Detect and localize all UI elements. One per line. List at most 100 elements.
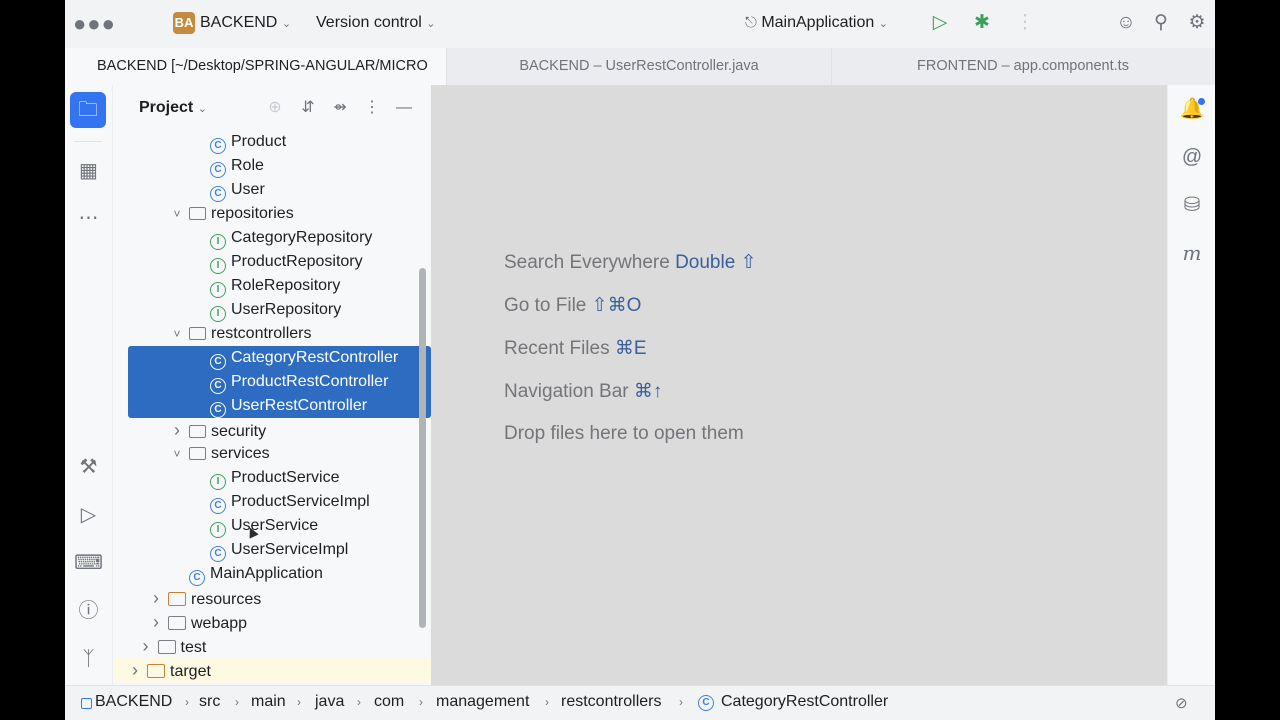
tree-item[interactable]: › test: [137, 634, 207, 658]
package-icon: [189, 447, 206, 460]
chevron-right-icon: ›: [419, 695, 423, 709]
panel-title-label: Project: [139, 99, 194, 116]
class-icon: C: [210, 402, 226, 418]
tree-item[interactable]: I ProductRepository: [189, 250, 363, 274]
tree-item[interactable]: I CategoryRepository: [189, 226, 372, 250]
tree-item[interactable]: C Role: [189, 154, 264, 178]
class-icon: C: [210, 378, 226, 394]
locate-icon[interactable]: ⊕: [264, 97, 286, 119]
project-folder-icon[interactable]: 🗀: [70, 92, 106, 128]
chevron-right-icon[interactable]: ›: [137, 634, 155, 658]
class-icon: C: [698, 695, 714, 711]
breadcrumb-item[interactable]: BACKEND: [95, 693, 172, 711]
tree-item[interactable]: C User: [189, 178, 265, 202]
breadcrumb-item[interactable]: main: [251, 693, 286, 711]
settings-gear-icon[interactable]: ⚙: [1184, 10, 1210, 36]
maven-icon[interactable]: m: [1178, 239, 1206, 267]
database-icon[interactable]: ⛁: [1178, 191, 1206, 219]
tree-item[interactable]: C ProductRestController: [189, 370, 388, 394]
breadcrumb-item[interactable]: CategoryRestController: [721, 693, 888, 711]
vcs-menu[interactable]: Version control ⌄: [316, 12, 436, 35]
tab-frontend-appcomponent[interactable]: FRONTEND – app.component.ts: [831, 48, 1215, 85]
tree-item[interactable]: I RoleRepository: [189, 274, 340, 298]
chevron-down-icon[interactable]: ˅: [168, 202, 186, 226]
options-icon[interactable]: ⋮: [361, 97, 383, 119]
power-save-icon[interactable]: ⊘: [1175, 694, 1188, 712]
run-config-selector[interactable]: ⎋ MainApplication ⌄: [745, 12, 888, 35]
git-branch-icon[interactable]: ᛉ: [72, 643, 105, 676]
tree-item-label: UserService: [231, 517, 319, 534]
spring-app-icon: ⎋: [745, 14, 757, 31]
search-icon[interactable]: ⚲: [1148, 10, 1174, 36]
main-menu-icon[interactable]: ●●●: [73, 13, 116, 35]
tree-item[interactable]: C CategoryRestController: [189, 346, 398, 370]
debug-icon[interactable]: ✱: [969, 10, 995, 36]
tree-item[interactable]: › target: [126, 658, 211, 682]
tree-item[interactable]: C ProductServiceImpl: [189, 490, 370, 514]
tree-item[interactable]: C Product: [189, 135, 286, 154]
tree-item[interactable]: › resources: [147, 586, 261, 610]
more-actions-icon[interactable]: ⋮: [1012, 10, 1038, 36]
panel-title[interactable]: Project ⌄: [139, 99, 207, 117]
chevron-down-icon: ⌄: [878, 18, 888, 30]
services-run-icon[interactable]: ▷: [72, 499, 105, 532]
tree-scrollbar[interactable]: [419, 268, 426, 628]
run-icon[interactable]: ▷: [927, 10, 953, 36]
expand-all-icon[interactable]: ⇵: [297, 97, 319, 119]
tree-item[interactable]: I UserRepository: [189, 298, 341, 322]
chevron-down-icon[interactable]: ˅: [168, 442, 186, 466]
tree-item[interactable]: C UserServiceImpl: [189, 538, 348, 562]
breadcrumb-item[interactable]: java: [315, 693, 344, 711]
tree-item-label: test: [180, 639, 207, 656]
class-icon: C: [210, 354, 226, 370]
hide-panel-icon[interactable]: —: [393, 97, 415, 119]
project-tabs: BACKEND [~/Desktop/SPRING-ANGULAR/MICRO …: [65, 48, 1215, 86]
tree-item[interactable]: C MainApplication: [168, 562, 323, 586]
more-tools-icon[interactable]: ⋯: [72, 202, 105, 235]
add-user-icon[interactable]: ☺: [1113, 10, 1139, 36]
collapse-all-icon[interactable]: ⇴: [329, 97, 351, 119]
breadcrumb-item[interactable]: management: [436, 693, 529, 711]
tree-item-label: ProductService: [231, 469, 340, 486]
chevron-down-icon[interactable]: ˅: [168, 322, 186, 346]
interface-icon: I: [210, 258, 226, 274]
build-hammer-icon[interactable]: ⚒: [72, 451, 105, 484]
editor-empty-area[interactable]: Search Everywhere Double ⇧ Go to File ⇧⌘…: [431, 85, 1167, 685]
chevron-right-icon: ›: [545, 695, 549, 709]
chevron-right-icon[interactable]: ›: [147, 586, 165, 610]
package-icon: [189, 327, 206, 340]
interface-icon: I: [210, 282, 226, 298]
tree-item-label: CategoryRestController: [231, 349, 399, 366]
tree-item[interactable]: C UserRestController: [189, 394, 367, 418]
chevron-right-icon[interactable]: ›: [126, 658, 144, 682]
breadcrumb-item[interactable]: com: [374, 693, 404, 711]
structure-icon[interactable]: ▦: [72, 155, 105, 188]
breadcrumb-item[interactable]: restcontrollers: [561, 693, 661, 711]
hint-text: Search Everywhere: [504, 252, 676, 273]
project-badge[interactable]: BA: [173, 12, 195, 34]
tree-item[interactable]: › webapp: [147, 610, 247, 634]
chevron-right-icon[interactable]: ›: [168, 418, 186, 442]
project-name: BACKEND: [200, 14, 278, 31]
tree-item[interactable]: ˅ restcontrollers: [168, 322, 311, 346]
breadcrumb-item[interactable]: src: [199, 693, 220, 711]
chevron-right-icon[interactable]: ›: [147, 610, 165, 634]
tree-item-label: repositories: [211, 205, 294, 222]
project-switcher[interactable]: BACKEND ⌄: [200, 12, 291, 35]
right-tool-stripe: 🔔 @ ⛁ m: [1167, 85, 1215, 685]
tab-backend-usercontroller[interactable]: BACKEND – UserRestController.java: [447, 48, 832, 85]
hint-recent-files: Recent Files ⌘E: [504, 337, 647, 360]
terminal-icon[interactable]: ⌨: [72, 547, 105, 580]
interface-icon: I: [210, 522, 226, 538]
tab-backend-project[interactable]: BACKEND [~/Desktop/SPRING-ANGULAR/MICRO: [65, 48, 447, 85]
tree-item[interactable]: I ProductService: [189, 466, 340, 490]
ai-assistant-icon[interactable]: @: [1178, 143, 1206, 171]
tree-item[interactable]: ˅ repositories: [168, 202, 294, 226]
hint-shortcut: ⌘E: [614, 338, 647, 359]
problems-icon[interactable]: ⓘ: [72, 595, 105, 628]
tree-item-label: RoleRepository: [231, 277, 341, 294]
tree-item[interactable]: ˅ services: [168, 442, 269, 466]
project-tree: C Product C Role C User ˅ repositories I Category…: [113, 135, 431, 685]
tree-item[interactable]: › security: [168, 418, 266, 442]
stripe-divider: [74, 141, 102, 142]
